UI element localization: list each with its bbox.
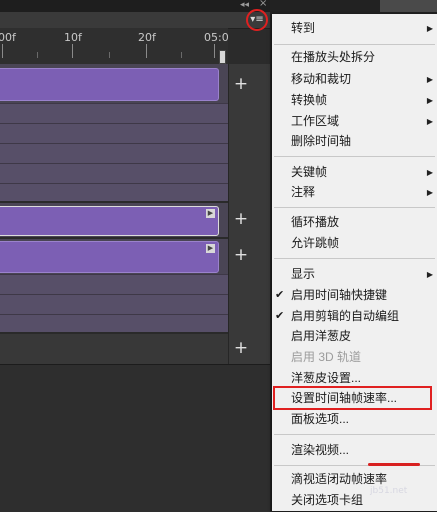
menu-item-label: 移动和裁切 <box>291 72 352 86</box>
add-audio-button[interactable]: + <box>233 340 249 357</box>
highlight-box <box>273 386 432 410</box>
menu-item-split-at-playhead[interactable]: 在播放头处拆分 <box>272 47 437 68</box>
track-lane <box>0 314 228 333</box>
ruler-tick <box>2 44 3 58</box>
submenu-arrow-icon: ▶ <box>426 168 433 177</box>
menu-item-render-video[interactable]: 渲染视频... <box>272 440 437 461</box>
menu-item-label: 渲染视频... <box>291 443 350 457</box>
ruler-tick <box>72 44 73 58</box>
video-clip[interactable] <box>0 241 219 273</box>
menu-item-label: 在播放头处拆分 <box>291 50 376 64</box>
panel-title-bar <box>0 0 270 12</box>
menu-separator <box>274 44 435 45</box>
track-lane <box>0 294 228 315</box>
ruler-label: 05:0 <box>204 31 229 44</box>
panel-tab-strip <box>0 12 270 29</box>
menu-item-convert-frames[interactable]: 转换帧 ▶ <box>272 90 437 111</box>
submenu-arrow-icon: ▶ <box>426 188 433 197</box>
add-media-button[interactable]: + <box>233 247 249 264</box>
submenu-arrow-icon: ▶ <box>426 117 433 126</box>
menu-item-enable-timeline-shortcuts[interactable]: ✔ 启用时间轴快捷键 <box>272 285 437 306</box>
submenu-arrow-icon: ▶ <box>426 270 433 279</box>
menu-item-label: 循环播放 <box>291 215 340 229</box>
clip-transition-icon[interactable]: ▶ <box>206 209 215 218</box>
menu-separator <box>274 207 435 208</box>
menu-item-label: 工作区域 <box>291 114 340 128</box>
menu-item-goto[interactable]: 转到 ▶ <box>272 18 437 39</box>
menu-item-label: 显示 <box>291 267 316 281</box>
track-lane <box>0 163 228 184</box>
highlight-circle <box>246 9 268 31</box>
track-lane <box>0 274 228 295</box>
clip-transition-icon[interactable]: ▶ <box>206 244 215 253</box>
ruler-label: 20f <box>138 31 156 44</box>
ruler-tick <box>109 52 110 58</box>
menu-item-enable-3d-track: 启用 3D 轨道 <box>272 347 437 368</box>
track-lane <box>0 103 228 124</box>
menu-item-enable-auto-grouping[interactable]: ✔ 启用剪辑的自动编组 <box>272 306 437 327</box>
menu-item-loop-playback[interactable]: 循环播放 <box>272 212 437 233</box>
checkmark-icon: ✔ <box>275 310 285 322</box>
menu-item-label: 启用剪辑的自动编组 <box>291 309 400 323</box>
menu-item-obscured[interactable]: 滴视适闭动帧速率 <box>272 469 437 490</box>
menu-item-delete-timeline[interactable]: 删除时间轴 <box>272 131 437 152</box>
timeline-tracks: ▶ ▶ <box>0 64 228 364</box>
menu-item-label: 关键帧 <box>291 165 328 179</box>
menu-item-allow-frame-skip[interactable]: 允许跳帧 <box>272 233 437 254</box>
audio-track <box>0 334 228 364</box>
submenu-arrow-icon: ▶ <box>426 75 433 84</box>
highlight-underline <box>368 463 420 466</box>
menu-separator <box>274 156 435 157</box>
ruler-tick <box>146 44 147 58</box>
track-lane <box>0 183 228 203</box>
menu-item-label: 启用 3D 轨道 <box>291 350 362 364</box>
track-lane <box>0 123 228 144</box>
timeline-panel-menu: 转到 ▶ 在播放头处拆分 移动和裁切 ▶ 转换帧 ▶ 工作区域 ▶ 删除时间轴 … <box>272 14 437 511</box>
empty-panel-area <box>0 364 270 512</box>
ruler-label: 00f <box>0 31 16 44</box>
menu-item-comments[interactable]: 注释 ▶ <box>272 182 437 203</box>
track-controls: + + + + <box>228 64 271 364</box>
video-clip-selected[interactable] <box>0 206 219 236</box>
add-media-button[interactable]: + <box>233 76 249 93</box>
menu-item-label: 注释 <box>291 185 316 199</box>
menu-item-label: 启用时间轴快捷键 <box>291 288 388 302</box>
add-media-button[interactable]: + <box>233 211 249 228</box>
close-icon[interactable]: × <box>259 0 267 9</box>
menu-item-label: 关闭选项卡组 <box>291 493 364 507</box>
menu-item-work-area[interactable]: 工作区域 ▶ <box>272 111 437 132</box>
menu-item-label: 面板选项... <box>291 412 350 426</box>
collapse-icon[interactable]: ◂◂ <box>240 0 249 10</box>
track-divider <box>0 201 228 203</box>
track-divider <box>0 237 228 239</box>
submenu-arrow-icon: ▶ <box>426 24 433 33</box>
menu-item-close-tab-group[interactable]: 关闭选项卡组 <box>272 490 437 511</box>
checkmark-icon: ✔ <box>275 289 285 301</box>
time-ruler[interactable]: 00f 10f 20f 05:0 <box>0 28 229 65</box>
menu-item-label: 启用洋葱皮 <box>291 329 352 343</box>
menu-item-label: 转到 <box>291 21 316 35</box>
menu-item-label: 转换帧 <box>291 93 328 107</box>
menu-item-label: 删除时间轴 <box>291 134 352 148</box>
right-panel-tab <box>380 0 437 12</box>
video-clip[interactable] <box>0 68 219 101</box>
playhead[interactable] <box>219 50 226 64</box>
menu-item-show[interactable]: 显示 ▶ <box>272 264 437 285</box>
menu-separator <box>274 258 435 259</box>
submenu-arrow-icon: ▶ <box>426 96 433 105</box>
ruler-tick <box>214 44 215 58</box>
ruler-label: 10f <box>64 31 82 44</box>
menu-item-label: 允许跳帧 <box>291 236 340 250</box>
watermark: jb51.net <box>370 486 408 496</box>
menu-item-keyframes[interactable]: 关键帧 ▶ <box>272 162 437 183</box>
menu-separator <box>274 434 435 435</box>
menu-item-move-and-trim[interactable]: 移动和裁切 ▶ <box>272 69 437 90</box>
ruler-tick <box>181 52 182 58</box>
ruler-tick <box>37 52 38 58</box>
track-lane <box>0 143 228 164</box>
menu-item-panel-options[interactable]: 面板选项... <box>272 409 437 430</box>
menu-item-enable-onion-skin[interactable]: 启用洋葱皮 <box>272 326 437 347</box>
